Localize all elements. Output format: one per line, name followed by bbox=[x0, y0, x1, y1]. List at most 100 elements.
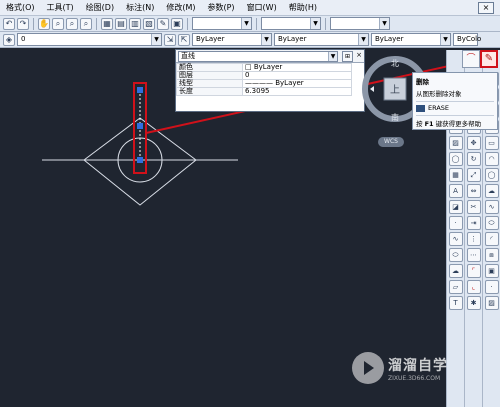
layer-manager-icon[interactable]: ◈ bbox=[3, 33, 15, 46]
menu-draw[interactable]: 绘图(D) bbox=[80, 2, 120, 13]
lineweight-combo-value: ByLayer bbox=[375, 35, 404, 43]
quick-properties-panel: 直线 ▼ ⊞ × 颜色 □ ByLayer 图层 0 线型 ———— ByLay… bbox=[175, 49, 365, 112]
select-objects-icon[interactable]: ⊞ bbox=[342, 50, 353, 62]
fillet-icon[interactable]: ⌞ bbox=[466, 280, 481, 294]
wipeout-icon[interactable]: ▱ bbox=[448, 280, 463, 294]
tooltip-help-key: F1 bbox=[424, 120, 434, 128]
revcloud-icon[interactable]: ☁ bbox=[484, 184, 499, 198]
rectangle-icon[interactable]: ▭ bbox=[484, 136, 499, 150]
linetype-combo-value: ByLayer bbox=[278, 35, 307, 43]
trim-icon[interactable]: ✂ bbox=[466, 200, 481, 214]
redo-icon[interactable]: ↷ bbox=[17, 17, 29, 30]
calculator-icon[interactable]: ▣ bbox=[171, 17, 183, 30]
chamfer-icon[interactable]: ⌜ bbox=[466, 264, 481, 278]
compass-north[interactable]: 北 bbox=[391, 59, 399, 68]
zoom-realtime-icon[interactable]: ⌕ bbox=[52, 17, 64, 30]
pan-icon[interactable]: ✋ bbox=[38, 17, 50, 30]
toolbar-divider bbox=[33, 17, 34, 30]
text-icon[interactable]: A bbox=[448, 184, 463, 198]
plotstyle-combo[interactable]: ByColo bbox=[453, 33, 481, 46]
menu-parametric[interactable]: 参数(P) bbox=[201, 2, 240, 13]
point-draw-icon[interactable]: · bbox=[484, 280, 499, 294]
watermark-title: 溜溜自学 bbox=[388, 357, 448, 374]
chevron-down-icon: ▼ bbox=[310, 18, 320, 29]
ellipse-draw-icon[interactable]: ⬭ bbox=[484, 216, 499, 230]
compass-south[interactable]: 南 bbox=[391, 112, 399, 122]
tooltip-command-row: ERASE bbox=[416, 101, 494, 112]
spline-icon[interactable]: ∿ bbox=[448, 232, 463, 246]
sheet-set-icon[interactable]: ▧ bbox=[143, 17, 155, 30]
linetype-combo[interactable]: ByLayer ▼ bbox=[274, 33, 369, 46]
scale-icon[interactable]: ⤢ bbox=[466, 168, 481, 182]
hatch-icon[interactable]: ▨ bbox=[448, 136, 463, 150]
tooltip-help-suffix: 键获得更多帮助 bbox=[435, 120, 482, 128]
rotate-icon[interactable]: ↻ bbox=[466, 152, 481, 166]
make-block-icon[interactable]: ▣ bbox=[484, 264, 499, 278]
toolbar-divider bbox=[187, 17, 188, 30]
cloud-icon[interactable]: ☁ bbox=[448, 264, 463, 278]
grip-bottom[interactable] bbox=[137, 157, 143, 163]
layer-combo[interactable]: 0 ▼ bbox=[17, 33, 162, 46]
erase-icon[interactable]: ✎ bbox=[480, 50, 498, 68]
gradient-icon[interactable]: ◪ bbox=[448, 200, 463, 214]
zoom-window-icon[interactable]: ⌕ bbox=[66, 17, 78, 30]
mtext-icon[interactable]: T bbox=[448, 296, 463, 310]
markup-icon[interactable]: ✎ bbox=[157, 17, 169, 30]
insert-block-icon[interactable]: ⧈ bbox=[484, 248, 499, 262]
ellipse-icon[interactable]: ⬭ bbox=[448, 248, 463, 262]
layer-previous-icon[interactable]: ⇱ bbox=[178, 33, 190, 46]
make-current-icon[interactable]: ⇲ bbox=[164, 33, 176, 46]
property-key: 长度 bbox=[176, 87, 243, 96]
tool-palettes-icon[interactable]: ▥ bbox=[129, 17, 141, 30]
point-icon[interactable]: · bbox=[448, 216, 463, 230]
hatch-draw-icon[interactable]: ▨ bbox=[484, 296, 499, 310]
menu-window[interactable]: 窗口(W) bbox=[241, 2, 283, 13]
grip-mid[interactable] bbox=[137, 123, 143, 129]
object-type-combo[interactable]: 直线 ▼ bbox=[178, 50, 338, 62]
chevron-down-icon: ▼ bbox=[241, 18, 251, 29]
arc-icon[interactable]: ◠ bbox=[484, 152, 499, 166]
compass-west-arrow[interactable] bbox=[370, 86, 374, 92]
design-center-icon[interactable]: ▤ bbox=[115, 17, 127, 30]
break-icon[interactable]: ⋮ bbox=[466, 232, 481, 246]
menu-modify[interactable]: 修改(M) bbox=[160, 2, 201, 13]
wcs-button[interactable]: WCS bbox=[378, 137, 404, 147]
region-icon[interactable]: ◯ bbox=[448, 152, 463, 166]
tooltip-title: 删除 bbox=[416, 78, 429, 86]
chevron-down-icon: ▼ bbox=[379, 18, 389, 29]
copy-object-icon[interactable]: ⌒ bbox=[462, 50, 480, 68]
text-style-combo[interactable]: ▼ bbox=[192, 17, 252, 30]
property-value[interactable]: 6.3095 bbox=[242, 87, 352, 96]
toolbar-divider bbox=[325, 17, 326, 30]
stretch-icon[interactable]: ⇔ bbox=[466, 184, 481, 198]
undo-icon[interactable]: ↶ bbox=[3, 17, 15, 30]
ellipse-arc-icon[interactable]: ◜ bbox=[484, 232, 499, 246]
dim-style-combo[interactable]: ▼ bbox=[261, 17, 321, 30]
move-icon[interactable]: ✥ bbox=[466, 136, 481, 150]
table-icon[interactable]: ▦ bbox=[448, 168, 463, 182]
watermark-text: 溜溜自学 ZIXUE.3D66.COM bbox=[388, 355, 448, 382]
object-type-value: 直线 bbox=[181, 51, 195, 60]
toolbar-divider bbox=[256, 17, 257, 30]
property-value[interactable]: □ ByLayer bbox=[242, 63, 352, 72]
circle-icon[interactable]: ◯ bbox=[484, 168, 499, 182]
menu-format[interactable]: 格式(O) bbox=[0, 2, 41, 13]
menu-help[interactable]: 帮助(H) bbox=[283, 2, 323, 13]
properties-header: 直线 ▼ ⊞ × bbox=[176, 50, 364, 63]
close-icon[interactable]: × bbox=[478, 1, 494, 14]
spline-draw-icon[interactable]: ∿ bbox=[484, 200, 499, 214]
properties-icon[interactable]: ▦ bbox=[101, 17, 113, 30]
zoom-previous-icon[interactable]: ⌕ bbox=[80, 17, 92, 30]
table-style-combo[interactable]: ▼ bbox=[330, 17, 390, 30]
menu-tools[interactable]: 工具(T) bbox=[41, 2, 80, 13]
color-combo-value: ByLayer bbox=[196, 35, 225, 43]
grip-top[interactable] bbox=[137, 87, 143, 93]
extend-icon[interactable]: ⇥ bbox=[466, 216, 481, 230]
join-icon[interactable]: ⋯ bbox=[466, 248, 481, 262]
lineweight-combo[interactable]: ByLayer ▼ bbox=[371, 33, 451, 46]
color-combo[interactable]: ByLayer ▼ bbox=[192, 33, 272, 46]
menu-dimension[interactable]: 标注(N) bbox=[120, 2, 160, 13]
standard-toolbar: ↶ ↷ ✋ ⌕ ⌕ ⌕ ▦ ▤ ▥ ▧ ✎ ▣ ▼ ▼ ▼ bbox=[0, 16, 500, 32]
explode-icon[interactable]: ✱ bbox=[466, 296, 481, 310]
watermark: 溜溜自学 ZIXUE.3D66.COM bbox=[352, 345, 448, 391]
